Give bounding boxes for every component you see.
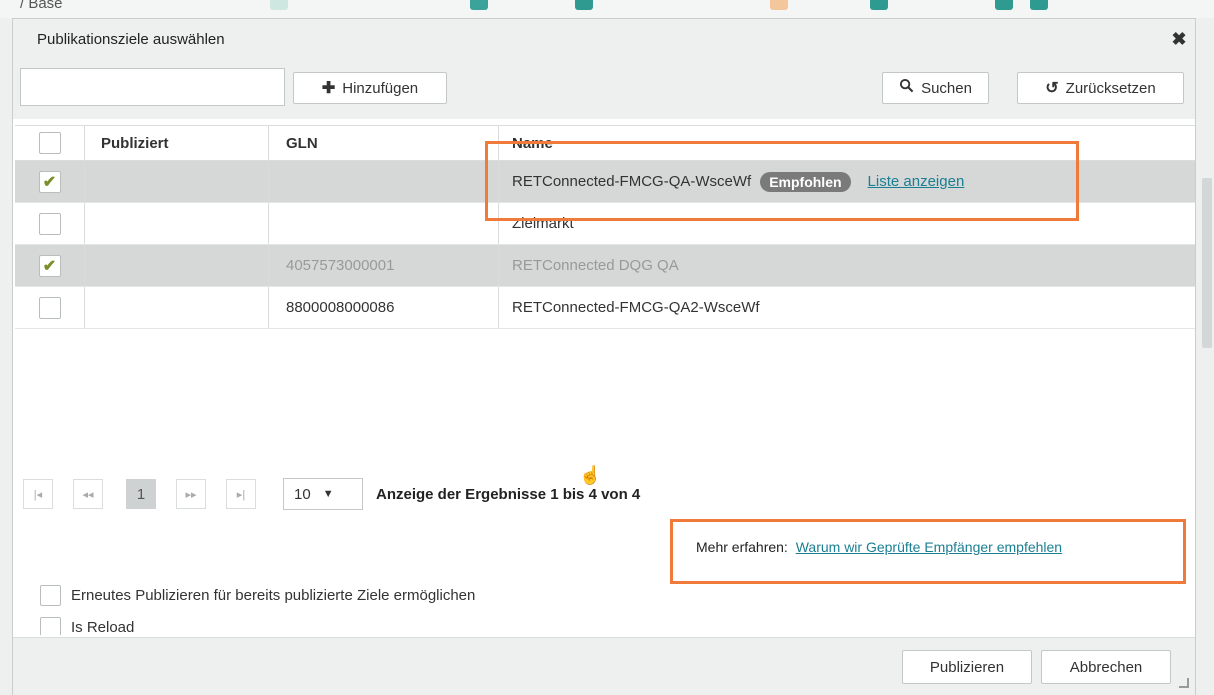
current-page-button[interactable]: 1	[126, 479, 156, 509]
pagination: |◂ ◂◂ 1 ▸▸ ▸| 10 ▼ Anzeige der Ergebniss…	[13, 475, 913, 515]
search-input[interactable]	[20, 68, 285, 106]
next-page-icon[interactable]: ▸▸	[176, 479, 206, 509]
first-page-icon[interactable]: |◂	[23, 479, 53, 509]
pagination-info: Anzeige der Ergebnisse 1 bis 4 von 4	[376, 486, 641, 503]
table-header: Publiziert GLN Name	[15, 125, 1195, 161]
resize-handle-icon[interactable]	[1179, 678, 1189, 688]
background-toolbar-icon	[575, 0, 593, 10]
dialog-footer: Publizieren Abbrechen	[13, 637, 1195, 695]
background-app-header: / Base	[0, 0, 1214, 18]
cancel-button[interactable]: Abbrechen	[1041, 650, 1171, 684]
background-app-title: / Base	[20, 0, 63, 12]
cell-gln: 8800008000086	[269, 287, 499, 328]
learn-more-prefix: Mehr erfahren:	[696, 539, 788, 555]
select-all-checkbox[interactable]	[38, 132, 61, 154]
close-icon[interactable]: ✖	[1169, 29, 1189, 49]
add-button-label: Hinzufügen	[342, 79, 419, 97]
hand-cursor-icon: ☝	[579, 465, 602, 485]
background-toolbar-icon	[470, 0, 488, 10]
add-button[interactable]: ✚ Hinzufügen	[293, 72, 447, 104]
show-list-link[interactable]: Liste anzeigen	[868, 173, 965, 190]
row-name: RETConnected-FMCG-QA2-WsceWf	[512, 299, 760, 316]
background-toolbar-icon	[1030, 0, 1048, 10]
recommended-badge: Empfohlen	[760, 171, 851, 192]
table-row[interactable]: ✔ 4057573000001 RETConnected DQG QA	[15, 245, 1195, 287]
republish-checkbox[interactable]	[40, 585, 61, 606]
row-checkbox[interactable]	[38, 212, 61, 235]
publication-targets-dialog: Publikationsziele auswählen ✖ ✚ Hinzufüg…	[12, 18, 1196, 695]
row-name: Zielmarkt	[512, 215, 574, 232]
background-toolbar-icon	[770, 0, 788, 10]
table-row[interactable]: 8800008000086 RETConnected-FMCG-QA2-Wsce…	[15, 287, 1195, 329]
learn-more: Mehr erfahren: Warum wir Geprüfte Empfän…	[696, 539, 1062, 555]
plus-icon: ✚	[321, 80, 336, 97]
cell-gln	[269, 203, 499, 244]
page-size-select[interactable]: 10 ▼	[283, 478, 363, 510]
dialog-toolbar: ✚ Hinzufügen Suchen ↺ Zurücksetzen	[13, 61, 1195, 119]
row-checkbox[interactable]: ✔	[38, 170, 61, 193]
search-button[interactable]: Suchen	[882, 72, 989, 104]
cell-name: RETConnected-FMCG-QA-WsceWf Empfohlen Li…	[499, 161, 1195, 202]
cell-publiziert	[85, 245, 269, 286]
cell-name: RETConnected DQG QA	[499, 245, 1195, 286]
previous-page-icon[interactable]: ◂◂	[73, 479, 103, 509]
table-row[interactable]: ✔ RETConnected-FMCG-QA-WsceWf Empfohlen …	[15, 161, 1195, 203]
republish-option[interactable]: Erneutes Publizieren für bereits publizi…	[40, 585, 475, 606]
reload-label: Is Reload	[71, 619, 135, 635]
background-toolbar-icon	[270, 0, 288, 10]
dialog-title-bar: Publikationsziele auswählen ✖	[13, 19, 1195, 61]
page-size-value: 10	[294, 485, 311, 503]
table-row[interactable]: Zielmarkt	[15, 203, 1195, 245]
cell-publiziert	[85, 287, 269, 328]
background-scrollbar[interactable]	[1202, 178, 1212, 348]
reset-button[interactable]: ↺ Zurücksetzen	[1017, 72, 1184, 104]
cell-publiziert	[85, 203, 269, 244]
background-left-edge	[0, 18, 12, 695]
background-right-edge	[1196, 18, 1214, 695]
background-toolbar-icon	[870, 0, 888, 10]
republish-label: Erneutes Publizieren für bereits publizi…	[71, 587, 476, 604]
reset-icon: ↺	[1045, 80, 1059, 97]
row-name: RETConnected-FMCG-QA-WsceWf	[512, 173, 752, 190]
row-checkbox[interactable]	[38, 296, 61, 319]
cell-name: RETConnected-FMCG-QA2-WsceWf	[499, 287, 1195, 328]
cell-name: Zielmarkt	[499, 203, 1195, 244]
row-name: RETConnected DQG QA	[512, 257, 679, 274]
cell-gln: 4057573000001	[269, 245, 499, 286]
row-checkbox[interactable]: ✔	[38, 254, 61, 277]
publish-button[interactable]: Publizieren	[902, 650, 1032, 684]
reload-option[interactable]: Is Reload	[40, 617, 134, 635]
reload-checkbox[interactable]	[40, 617, 61, 635]
search-icon	[899, 78, 914, 98]
search-button-label: Suchen	[921, 79, 972, 97]
column-header-gln[interactable]: GLN	[269, 126, 499, 160]
dialog-title: Publikationsziele auswählen	[37, 31, 225, 48]
learn-more-link[interactable]: Warum wir Geprüfte Empfänger empfehlen	[796, 539, 1062, 555]
cell-gln	[269, 161, 499, 202]
column-header-publiziert[interactable]: Publiziert	[85, 126, 269, 160]
chevron-down-icon: ▼	[322, 488, 334, 500]
background-toolbar-icon	[995, 0, 1013, 10]
cell-publiziert	[85, 161, 269, 202]
last-page-icon[interactable]: ▸|	[226, 479, 256, 509]
reset-button-label: Zurücksetzen	[1065, 79, 1156, 97]
column-header-name[interactable]: Name	[499, 126, 1195, 160]
